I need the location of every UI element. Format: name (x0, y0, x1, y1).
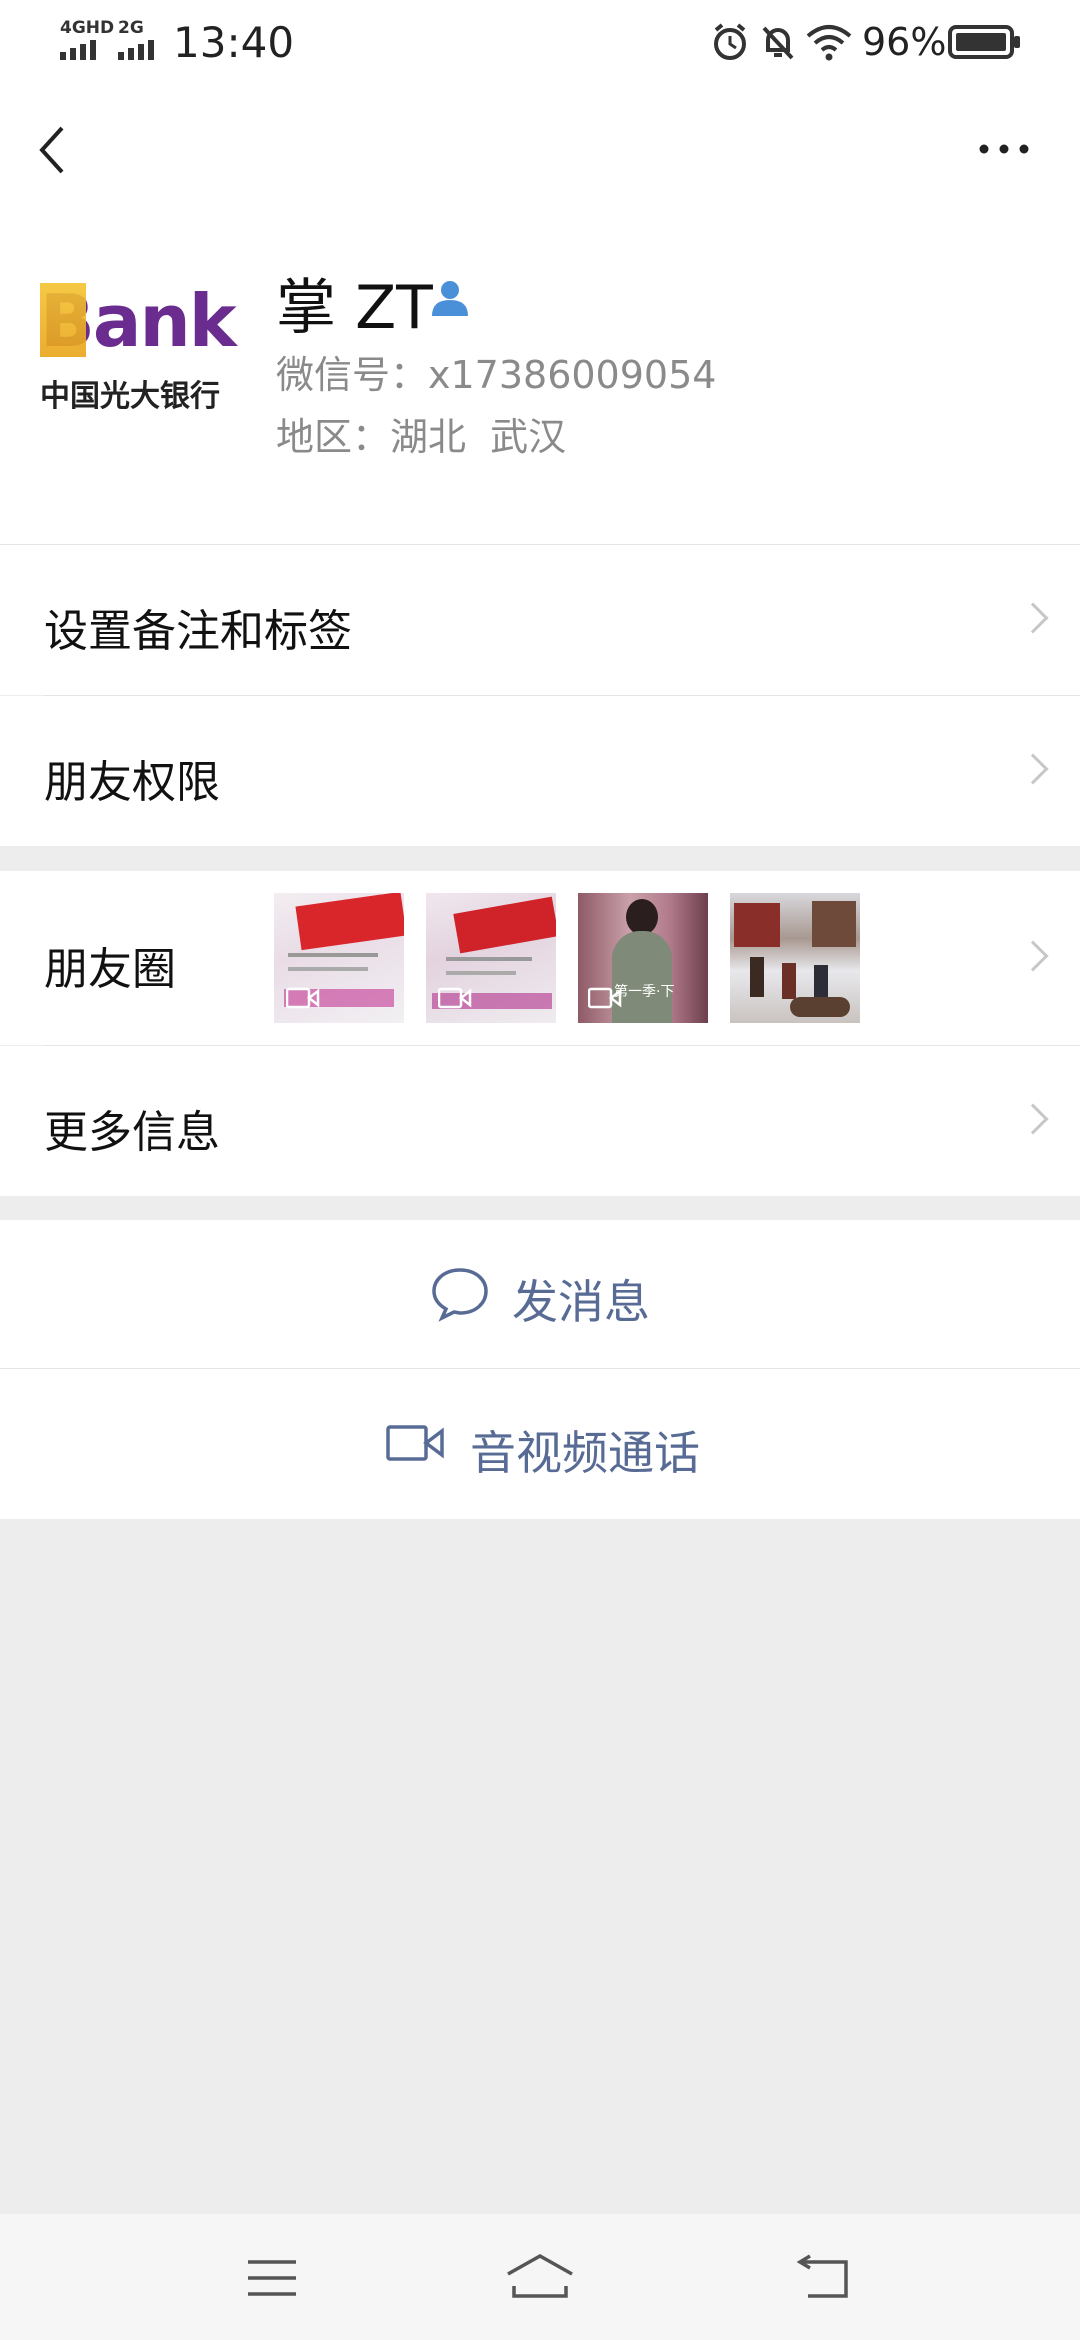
send-message-button[interactable]: 发消息 (0, 1220, 1080, 1368)
thumb-text-line (446, 971, 516, 975)
video-camera-icon (386, 1423, 446, 1467)
row-moments-label: 朋友圈 (44, 944, 176, 995)
thumb-building (734, 903, 780, 947)
status-bar: 4GHD 2G 13:40 96% (0, 0, 1080, 84)
home-button[interactable] (504, 2252, 576, 2306)
thumb-figure (782, 963, 796, 999)
chevron-right-icon (1017, 602, 1049, 634)
back-button[interactable] (30, 122, 80, 178)
thumb-text-line (446, 957, 532, 961)
moments-thumb-4[interactable] (730, 893, 860, 1023)
avatar-logo-mark (40, 283, 86, 357)
chevron-right-icon (1017, 1103, 1049, 1135)
wechat-id: 微信号：x17386009054 (276, 353, 717, 397)
signal-icon-2 (118, 38, 164, 64)
profile-card: Bank 中国光大银行 掌 ZT 微信号：x17386009054 地区：湖北 … (0, 214, 1080, 544)
menu-icon (248, 2260, 296, 2296)
av-call-button[interactable]: 音视频通话 (0, 1369, 1080, 1519)
row-remark-label: 设置备注和标签 (44, 606, 352, 657)
profile-name: 掌 ZT (276, 273, 433, 343)
row-moments[interactable]: 朋友圈 第一季·下 (0, 871, 1080, 1045)
home-icon (507, 2253, 573, 2298)
thumb-red-object (295, 893, 404, 951)
thumb-text-line (288, 967, 368, 971)
bell-muted-icon (758, 22, 798, 66)
chevron-right-icon (1017, 940, 1049, 972)
thumb-red-object (453, 896, 556, 954)
avatar-logo-sub: 中国光大银行 (40, 379, 220, 414)
chat-bubble-icon (430, 1266, 490, 1326)
system-nav-bar (0, 2214, 1080, 2340)
send-message-label: 发消息 (512, 1275, 650, 1329)
signal-icon-1 (60, 38, 106, 64)
moments-thumb-3[interactable]: 第一季·下 (578, 893, 708, 1023)
chevron-left-icon (39, 126, 64, 174)
network-label-1: 4GHD (60, 18, 115, 38)
menu-button[interactable] (244, 2256, 300, 2304)
thumb-text-line (288, 953, 378, 957)
more-button[interactable] (976, 134, 1036, 164)
thumb-cart (790, 997, 850, 1017)
network-label-2: 2G (118, 18, 144, 38)
region: 地区：湖北 武汉 (276, 415, 567, 459)
thumb-figure (750, 957, 764, 997)
thumb-caption: 第一季·下 (614, 984, 675, 1000)
back-system-button[interactable] (796, 2254, 854, 2306)
more-dots-icon (979, 144, 1029, 154)
row-permissions-label: 朋友权限 (44, 757, 220, 808)
row-remark-tags[interactable]: 设置备注和标签 (0, 545, 1080, 695)
row-friend-permissions[interactable]: 朋友权限 (0, 696, 1080, 846)
thumb-building (812, 901, 856, 947)
status-time: 13:40 (173, 18, 295, 67)
video-icon (285, 987, 320, 1013)
alarm-icon (710, 22, 750, 66)
video-icon (587, 987, 622, 1013)
battery-percent: 96% (862, 20, 947, 64)
battery-icon (948, 24, 1022, 64)
chevron-right-icon (1017, 753, 1049, 785)
nav-bar (0, 84, 1080, 214)
moments-thumb-2[interactable] (426, 893, 556, 1023)
thumb-person-head (626, 899, 658, 935)
verified-contact-icon (428, 276, 472, 324)
row-more-info-label: 更多信息 (44, 1107, 220, 1158)
av-call-label: 音视频通话 (470, 1426, 700, 1480)
wifi-icon (804, 22, 854, 66)
row-more-info[interactable]: 更多信息 (0, 1046, 1080, 1196)
avatar[interactable]: Bank 中国光大银行 (40, 269, 237, 447)
moments-thumb-1[interactable] (274, 893, 404, 1023)
video-icon (437, 987, 472, 1013)
thumb-figure (814, 965, 828, 999)
return-icon (796, 2254, 848, 2298)
